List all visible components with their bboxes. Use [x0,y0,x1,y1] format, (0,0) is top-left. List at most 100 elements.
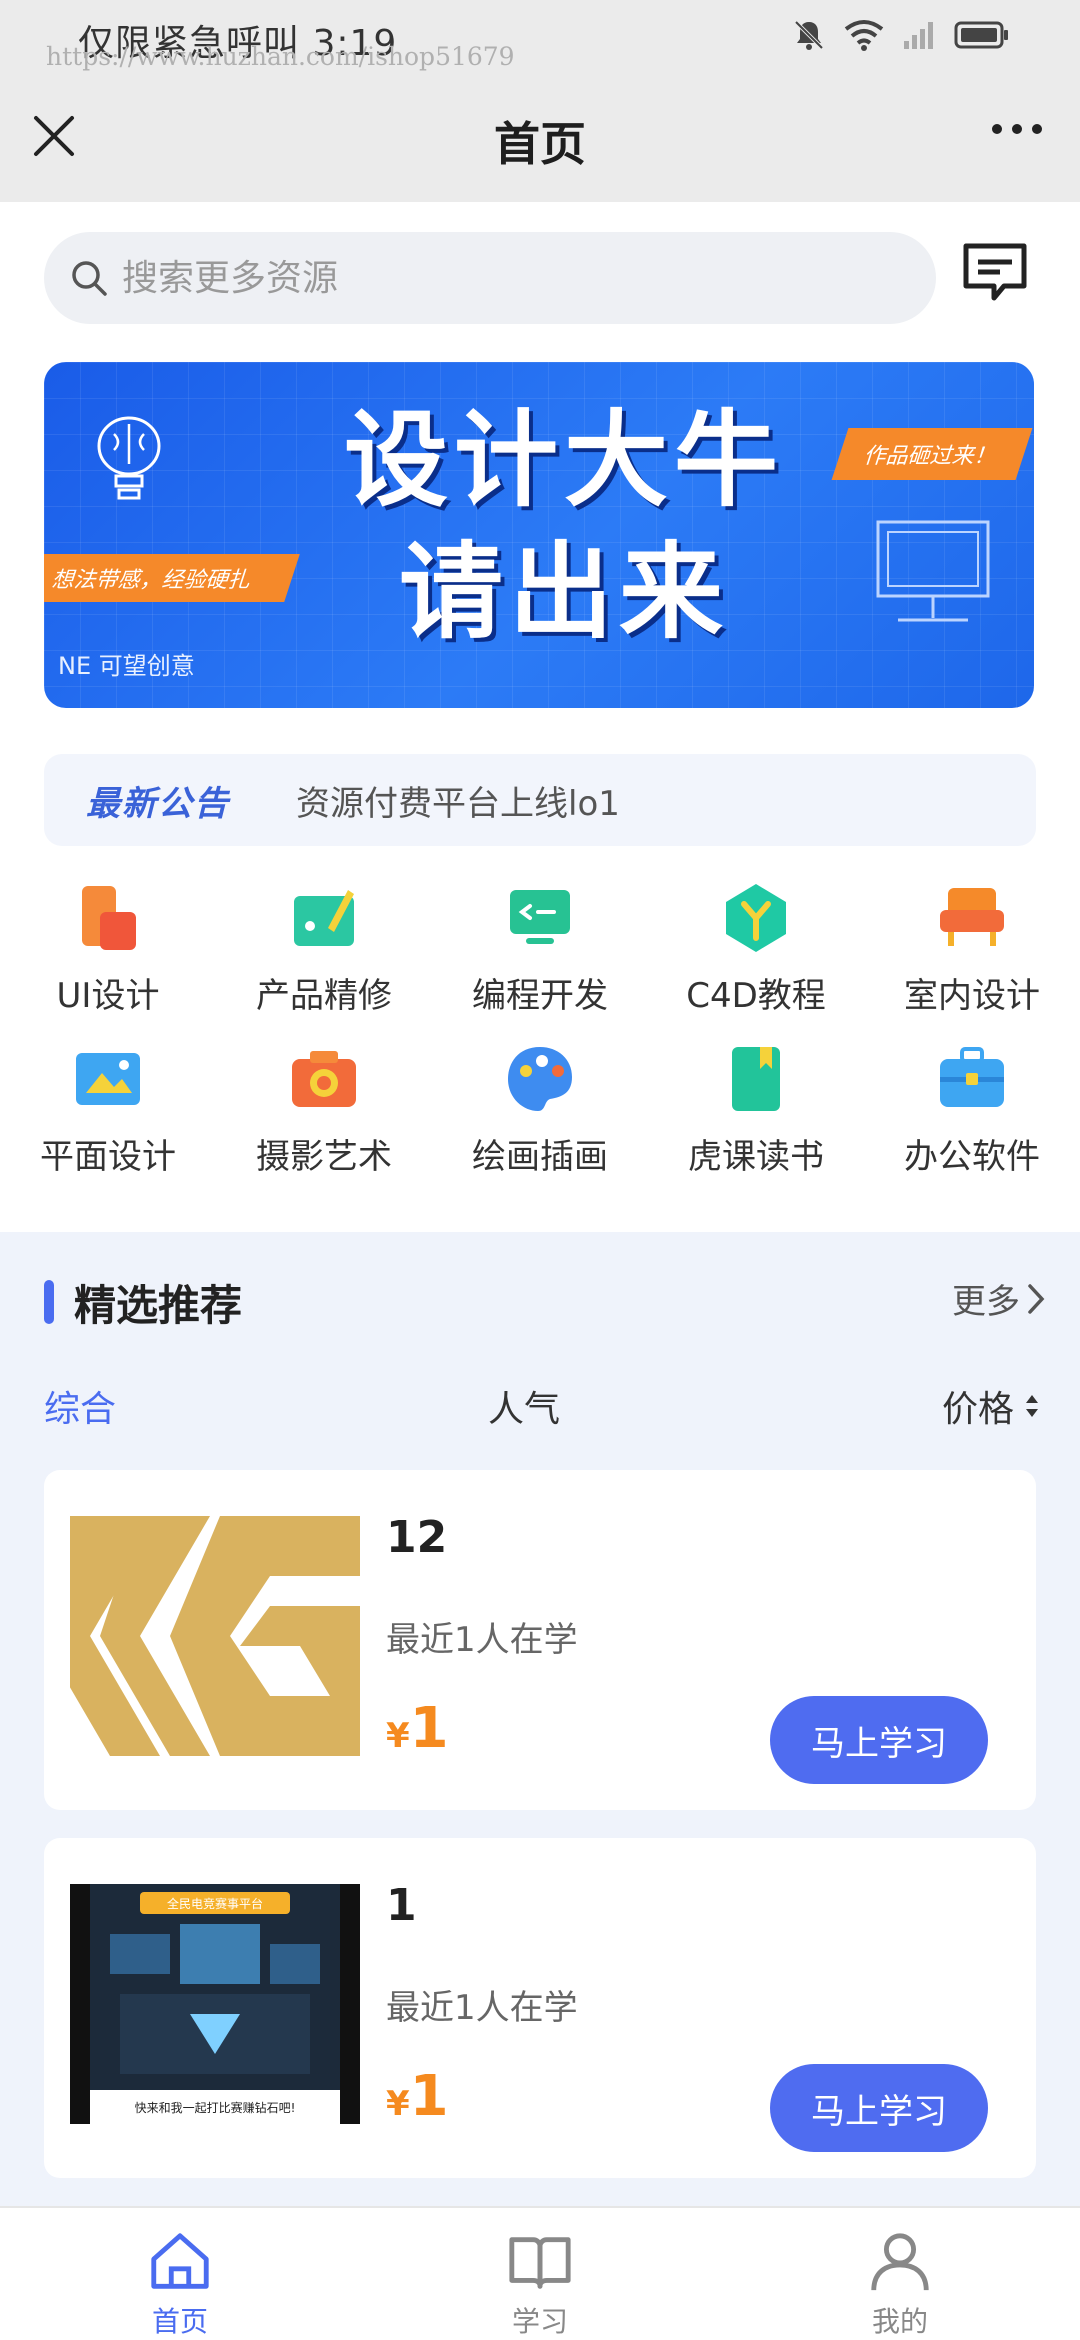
currency-symbol: ¥ [386,2084,410,2124]
product-retouch-icon [294,890,354,946]
sort-popular-tab[interactable]: 人气 [488,1380,560,1432]
mute-bell-icon [794,20,824,50]
dot-icon [1032,124,1042,134]
banner-stripe: 想法带感，经验硬扎 [44,554,300,602]
start-learning-button[interactable]: 马上学习 [770,1696,988,1784]
category-office-software[interactable]: 办公软件 [864,1043,1080,1178]
category-label: 绘画插画 [472,1137,608,1177]
category-label: 编程开发 [472,976,608,1016]
category-label: C4D教程 [686,976,826,1016]
watermark: https://www.huzhan.com/ishop51679 [46,42,515,71]
banner-brand: NE 可望创意 [58,652,195,680]
graphic-design-icon [76,1053,140,1105]
category-graphic-design[interactable]: 平面设计 [0,1043,216,1178]
category-c4d[interactable]: C4D教程 [648,882,864,1017]
signal-icon [904,22,933,49]
bottom-tab-bar: 首页 学习 我的 [0,2206,1080,2340]
banner-title-line1: 设计大牛 [343,399,784,521]
painting-icon [508,1047,572,1111]
more-label: 更多 [952,1282,1020,1322]
reading-icon [732,1047,780,1111]
category-reading[interactable]: 虎课读书 [648,1043,864,1178]
poster-top-text: 全民电竞赛事平台 [167,1896,263,1911]
dot-icon [992,124,1002,134]
tab-home[interactable]: 首页 [0,2208,360,2340]
category-label: 产品精修 [256,976,392,1016]
tab-label: 学习 [511,2305,568,2338]
price-value: 1 [409,2064,449,2129]
category-label: 摄影艺术 [256,1137,392,1177]
tab-study[interactable]: 学习 [360,2208,720,2340]
price-value: 1 [409,1696,449,1761]
course-thumbnail [70,1516,360,1756]
banner-title-line2: 请出来 [398,531,729,653]
photography-icon [292,1051,356,1107]
course-thumbnail: 全民电竞赛事平台 快来和我一起打比赛赚钻石吧! [70,1884,360,2124]
page-title: 首页 [494,117,586,171]
sort-price-tab[interactable]: 价格 [942,1380,1040,1432]
category-label: 平面设计 [40,1137,176,1177]
tab-profile[interactable]: 我的 [720,2208,1080,2340]
category-label: 办公软件 [904,1137,1040,1177]
ui-design-icon [82,886,136,950]
course-learners: 最近1人在学 [386,1620,578,1660]
announcement-label: 最新公告 [86,783,230,824]
office-software-icon [940,1047,1004,1107]
category-label: 室内设计 [904,976,1040,1016]
course-price: ¥1 [386,2064,449,2129]
sort-all-tab[interactable]: 综合 [44,1380,116,1432]
sort-row: 综合 人气 价格 [0,1380,1080,1440]
main-content: 设计大牛请出来 作品砸过来！ 想法带感，经验硬扎 NE 可望创意 最新公告 资源… [0,202,1080,1232]
course-title: 12 [386,1512,448,1563]
home-icon [151,2233,209,2289]
tab-label: 首页 [151,2305,208,2338]
category-programming[interactable]: 编程开发 [432,882,648,1017]
category-label: UI设计 [56,976,160,1016]
category-interior-design[interactable]: 室内设计 [864,882,1080,1017]
course-card[interactable]: 12 最近1人在学 ¥1 马上学习 [44,1470,1036,1810]
course-price: ¥1 [386,1696,449,1761]
wifi-icon [844,20,884,51]
section-title: 精选推荐 [74,1281,243,1330]
course-learners: 最近1人在学 [386,1988,578,2028]
esports-poster-image: 全民电竞赛事平台 快来和我一起打比赛赚钻石吧! [70,1884,360,2124]
banner-tag: 作品砸过来！ [831,428,1033,480]
promo-banner[interactable]: 设计大牛 请出来 作品砸过来！ 想法带感，经验硬扎 NE 可望创意 [44,362,1034,708]
banner-title: 设计大牛 请出来 [304,394,824,658]
category-grid: UI设计 产品精修 编程开发 C4D教程 室内设计 平面设计 摄影艺术 绘画插画… [0,882,1080,1178]
dot-icon [1012,124,1022,134]
category-label: 虎课读书 [688,1137,824,1177]
currency-symbol: ¥ [386,1716,410,1756]
announcement-bar[interactable]: 最新公告 资源付费平台上线lo1 [44,754,1036,846]
category-painting[interactable]: 绘画插画 [432,1043,648,1178]
status-icons [792,18,1010,52]
top-bar: 仅限紧急呼叫 3:19 https://www.huzhan.com/ishop… [0,0,1080,202]
section-accent-bar [44,1280,54,1324]
more-options-button[interactable] [992,124,1042,134]
profile-icon [871,2233,929,2291]
search-input[interactable] [122,257,902,299]
book-icon [509,2237,571,2289]
c4d-icon [726,884,786,952]
battery-icon [954,21,1008,49]
poster-bottom-text: 快来和我一起打比赛赚钻石吧! [135,2100,296,2115]
more-link[interactable]: 更多 [952,1274,1046,1323]
sort-arrows-icon [1026,1395,1038,1417]
sort-price-label: 价格 [941,1389,1014,1430]
featured-section-header: 精选推荐 更多 [0,1264,1080,1344]
chevron-right-icon [1028,1283,1045,1314]
start-learning-button[interactable]: 马上学习 [770,2064,988,2152]
course-card[interactable]: 全民电竞赛事平台 快来和我一起打比赛赚钻石吧! 1 最近1人在学 ¥1 马上学习 [44,1838,1036,2178]
gold-logo-image [70,1516,360,1756]
search-bar[interactable] [44,232,936,324]
course-title: 1 [386,1880,417,1931]
category-photography[interactable]: 摄影艺术 [216,1043,432,1178]
announcement-text: 资源付费平台上线lo1 [296,783,620,824]
search-icon [72,261,107,296]
category-ui-design[interactable]: UI设计 [0,882,216,1017]
interior-design-icon [940,888,1004,946]
brain-bulb-icon [97,416,161,500]
category-product-retouch[interactable]: 产品精修 [216,882,432,1017]
message-icon[interactable] [960,238,1030,306]
programming-icon [510,890,570,944]
